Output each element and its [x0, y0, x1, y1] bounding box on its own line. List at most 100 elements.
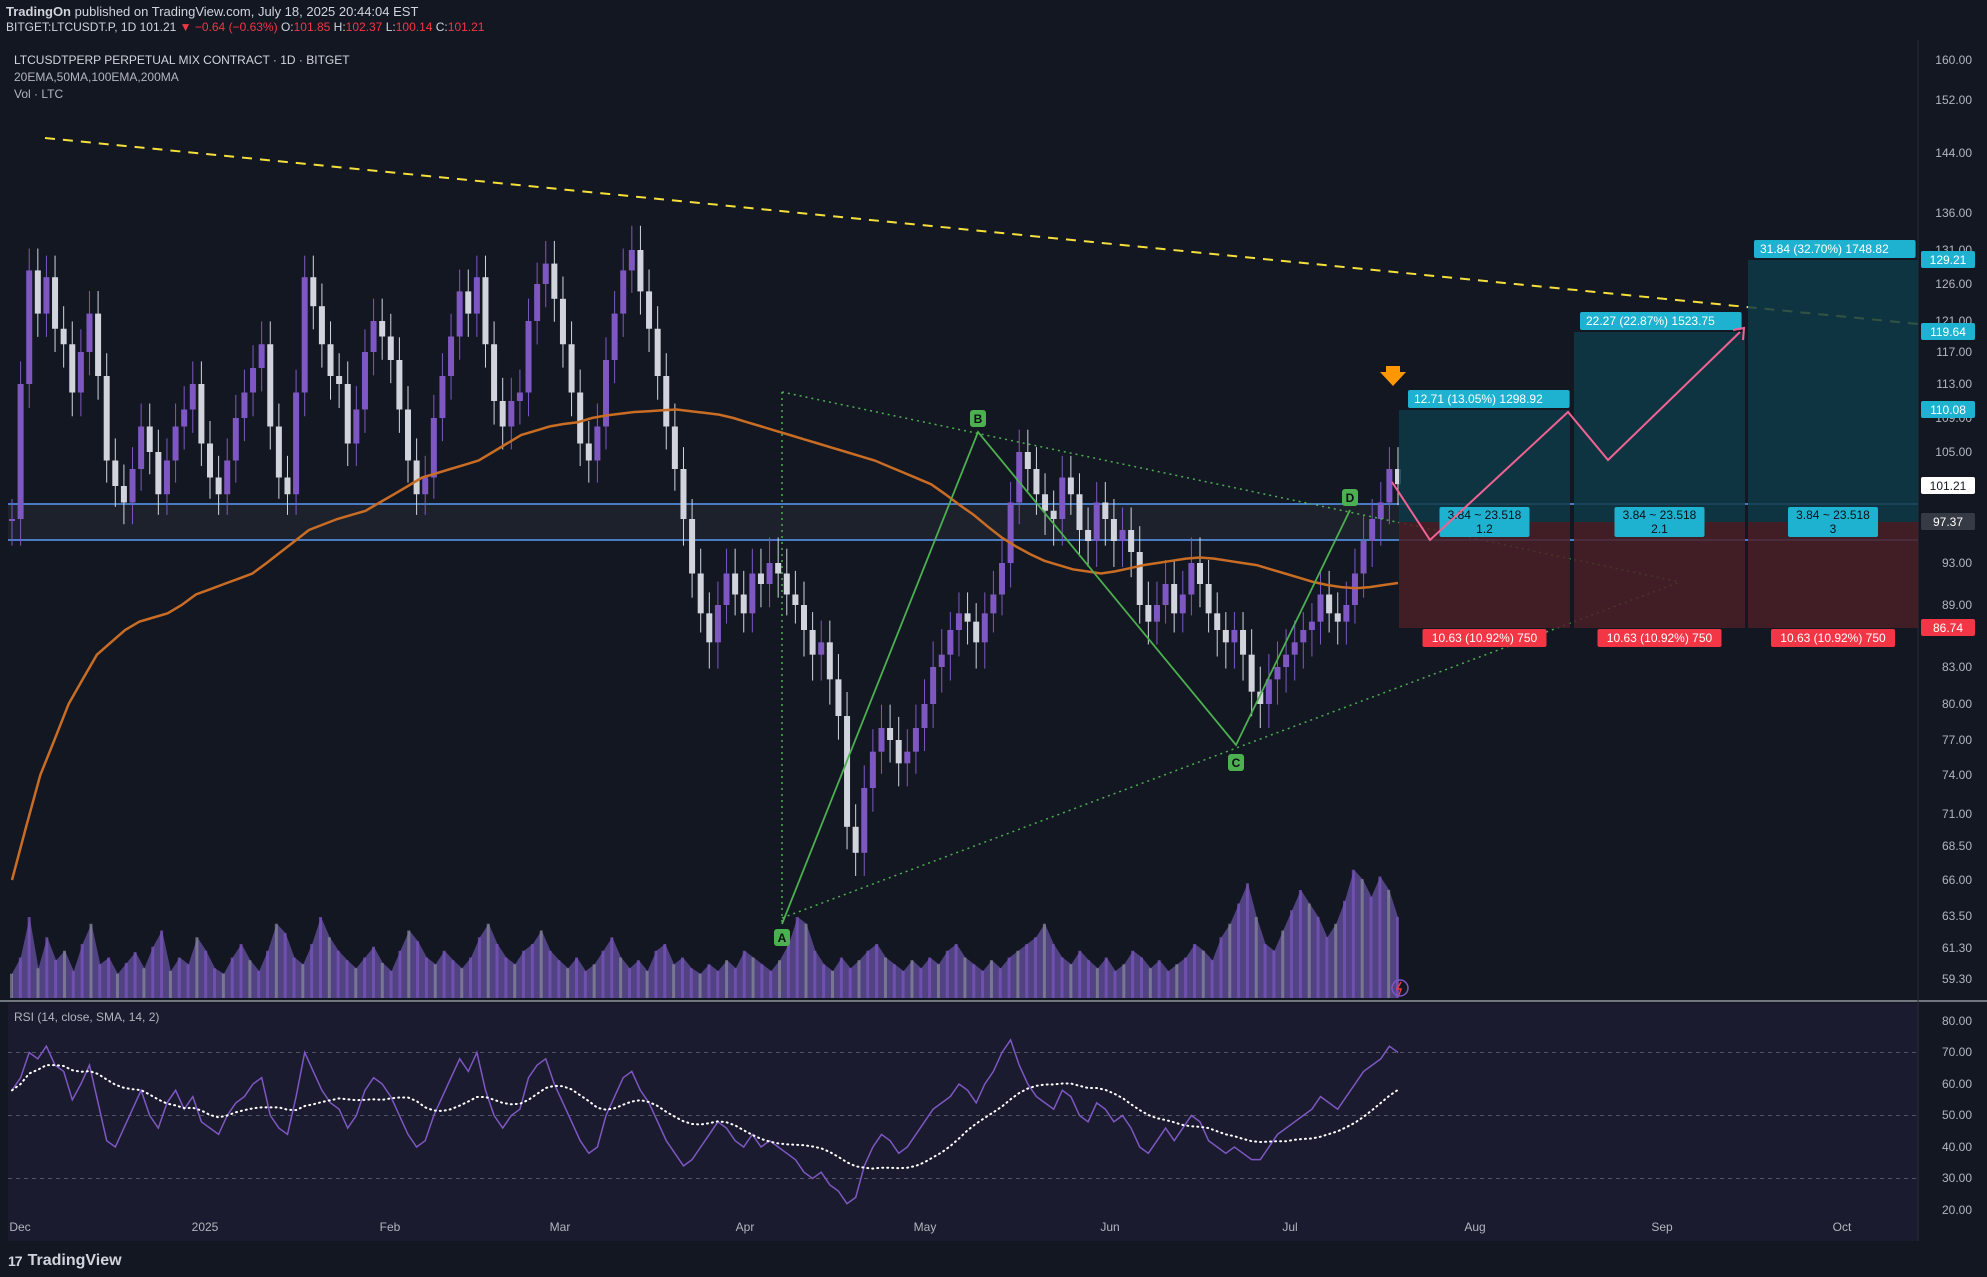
volume-bar	[168, 971, 172, 998]
candle-body	[973, 621, 980, 643]
candle-body	[482, 277, 489, 345]
volume-bar	[204, 950, 208, 998]
volume-bar	[725, 960, 729, 998]
volume-bar	[954, 944, 958, 998]
ratio-label: 1.2	[1476, 522, 1493, 536]
volume-bar	[901, 971, 905, 998]
volume-bar	[354, 968, 358, 998]
price-tick-label: 105.00	[1935, 445, 1972, 459]
brand-name: TradingView	[27, 1252, 122, 1269]
volume-bar	[627, 968, 631, 998]
volume-bar	[1131, 950, 1135, 998]
candle-body	[775, 563, 782, 574]
candle-body	[413, 460, 420, 495]
price-tick-label: 80.00	[1942, 697, 1972, 711]
volume-bar	[398, 950, 402, 998]
candle-body	[215, 477, 222, 495]
volume-bar	[1272, 950, 1276, 998]
candle-body	[146, 426, 153, 452]
tradingview-brand[interactable]: 17 TradingView	[8, 1252, 122, 1270]
price-tick-label: 117.00	[1936, 345, 1972, 359]
candle-body	[60, 328, 67, 345]
price-badge-label: 119.64	[1930, 325, 1966, 339]
indicator-list[interactable]: 20EMA,50MA,100EMA,200MA	[14, 69, 350, 86]
candle-body	[172, 426, 179, 461]
volume-bar	[407, 930, 411, 998]
volume-bar	[142, 968, 146, 998]
volume-bar	[892, 964, 896, 998]
volume-bar	[230, 957, 234, 998]
price-tick-label: 136.00	[1935, 206, 1972, 220]
stop-zone	[1748, 522, 1918, 628]
candle-body	[327, 344, 334, 376]
volume-bar	[124, 962, 128, 998]
volume-bar	[751, 957, 755, 998]
volume-bar	[733, 968, 737, 998]
volume-bar	[283, 933, 287, 998]
volume-bar	[1316, 917, 1320, 998]
volume-bar	[213, 968, 217, 998]
volume-bar	[107, 957, 111, 998]
time-tick-label: Sep	[1651, 1220, 1673, 1234]
candle-body	[783, 573, 790, 595]
volume-bar	[522, 950, 526, 998]
candle-body	[1274, 667, 1281, 680]
pattern-point-label: C	[1232, 756, 1241, 770]
time-tick-label: May	[914, 1220, 937, 1234]
price-chart[interactable]: 160.00152.00144.00136.00131.00126.00121.…	[0, 0, 1987, 1277]
volume-bar	[221, 973, 225, 998]
candle-body	[792, 594, 799, 605]
candle-body	[439, 376, 446, 418]
volume-bar	[1113, 971, 1117, 998]
volume-bar	[477, 937, 481, 998]
volume-legend[interactable]: Vol · LTC	[14, 86, 350, 103]
rsi-legend[interactable]: RSI (14, close, SMA, 14, 2)	[14, 1010, 159, 1024]
volume-bar	[566, 968, 570, 998]
volume-bar	[71, 971, 75, 998]
volume-bar	[62, 950, 66, 998]
time-tick-label: Aug	[1464, 1220, 1485, 1234]
rsi-tick-label: 60.00	[1942, 1077, 1972, 1091]
time-tick-label: Jul	[1282, 1220, 1297, 1234]
candle-body	[1188, 563, 1195, 595]
candle-body	[422, 477, 429, 495]
candle-body	[1119, 530, 1126, 541]
candle-body	[1145, 605, 1152, 622]
chart-title: LTCUSDTPERP PERPETUAL MIX CONTRACT · 1D …	[14, 53, 350, 67]
candle-body	[826, 642, 833, 680]
candle-body	[1283, 654, 1290, 667]
volume-bar	[875, 944, 879, 998]
volume-bar	[177, 957, 181, 998]
target-label: 31.84 (32.70%) 1748.82	[1760, 242, 1889, 256]
candle-body	[577, 392, 584, 444]
candle-body	[232, 418, 239, 461]
price-badge-label: 86.74	[1933, 621, 1963, 635]
candle-body	[77, 352, 84, 393]
volume-bar	[883, 957, 887, 998]
volume-bar	[248, 960, 252, 998]
candle-body	[947, 630, 954, 655]
candle-body	[1024, 452, 1031, 469]
candle-body	[448, 336, 455, 376]
candle-body	[224, 460, 231, 495]
candle-body	[611, 313, 618, 360]
volume-bar	[760, 964, 764, 998]
volume-bar	[1078, 950, 1082, 998]
candle-body	[52, 277, 59, 329]
candle-body	[103, 376, 110, 461]
volume-bar	[804, 923, 808, 998]
volume-bar	[636, 960, 640, 998]
volume-bar	[80, 944, 84, 998]
volume-bar	[716, 971, 720, 998]
volume-bar	[680, 957, 684, 998]
candle-body	[714, 605, 721, 643]
price-tick-label: 66.00	[1942, 873, 1972, 887]
candle-body	[1214, 613, 1221, 630]
candle-body	[508, 401, 515, 427]
volume-bar	[1351, 869, 1355, 998]
candle-body	[1136, 552, 1143, 605]
volume-bar	[848, 968, 852, 998]
candle-body	[1128, 530, 1135, 552]
candle-body	[1205, 584, 1212, 614]
volume-bar	[1060, 957, 1064, 998]
